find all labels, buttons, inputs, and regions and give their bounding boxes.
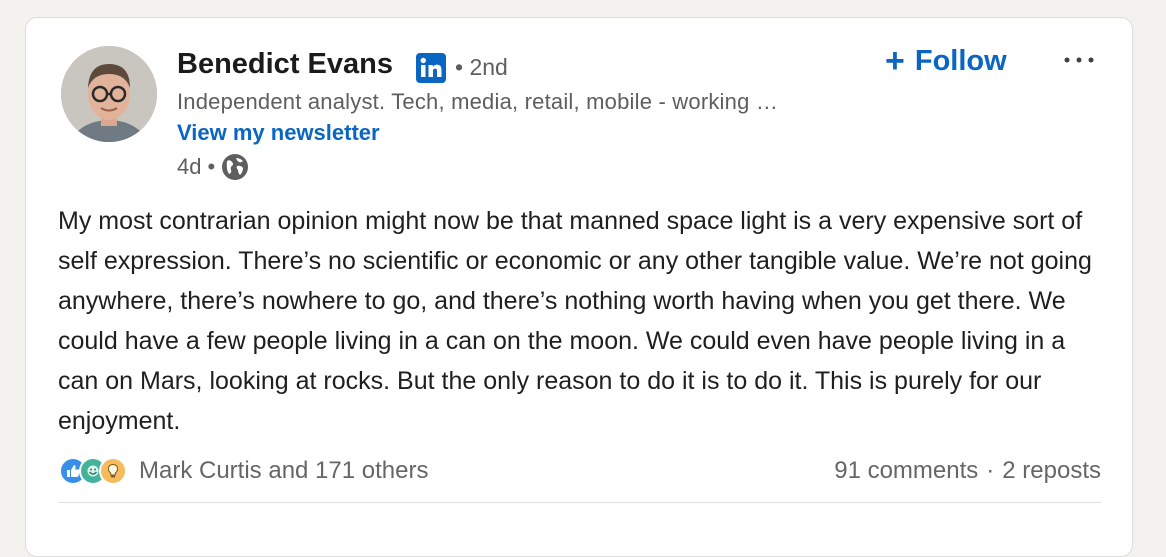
divider [58, 502, 1101, 503]
author-headline: Independent analyst. Tech, media, retail… [177, 89, 779, 114]
post-time: 4d [177, 154, 202, 179]
more-horizontal-icon [1064, 57, 1094, 63]
connection-degree: • 2nd [455, 52, 508, 82]
comments-count[interactable]: 91 comments [834, 457, 978, 485]
degree-label: 2nd [469, 54, 508, 80]
reactors-text[interactable]: Mark Curtis and 171 others [139, 457, 428, 485]
follow-label: Follow [914, 44, 1007, 77]
globe-icon [222, 154, 249, 180]
author-name[interactable]: Benedict Evans [177, 46, 393, 82]
view-newsletter-link[interactable]: View my newsletter [177, 119, 380, 147]
insightful-icon [99, 457, 127, 485]
post-stats: 91 comments · 2 reposts [834, 454, 1101, 488]
meta-dot: • [207, 154, 216, 179]
author-avatar[interactable] [61, 46, 157, 142]
post-card: Benedict Evans • 2nd Independent analyst… [25, 17, 1133, 557]
reactions-summary[interactable]: Mark Curtis and 171 others [59, 454, 428, 488]
stats-dot: · [986, 457, 995, 484]
follow-button[interactable]: + Follow [885, 42, 1007, 80]
post-text: My most contrarian opinion might now be … [58, 207, 1092, 435]
more-options-button[interactable] [1059, 46, 1099, 74]
plus-icon: + [885, 42, 905, 80]
reposts-count[interactable]: 2 reposts [1002, 457, 1101, 485]
post-meta: 4d • [177, 152, 249, 182]
linkedin-icon [416, 53, 446, 83]
degree-dot: • [455, 54, 470, 80]
